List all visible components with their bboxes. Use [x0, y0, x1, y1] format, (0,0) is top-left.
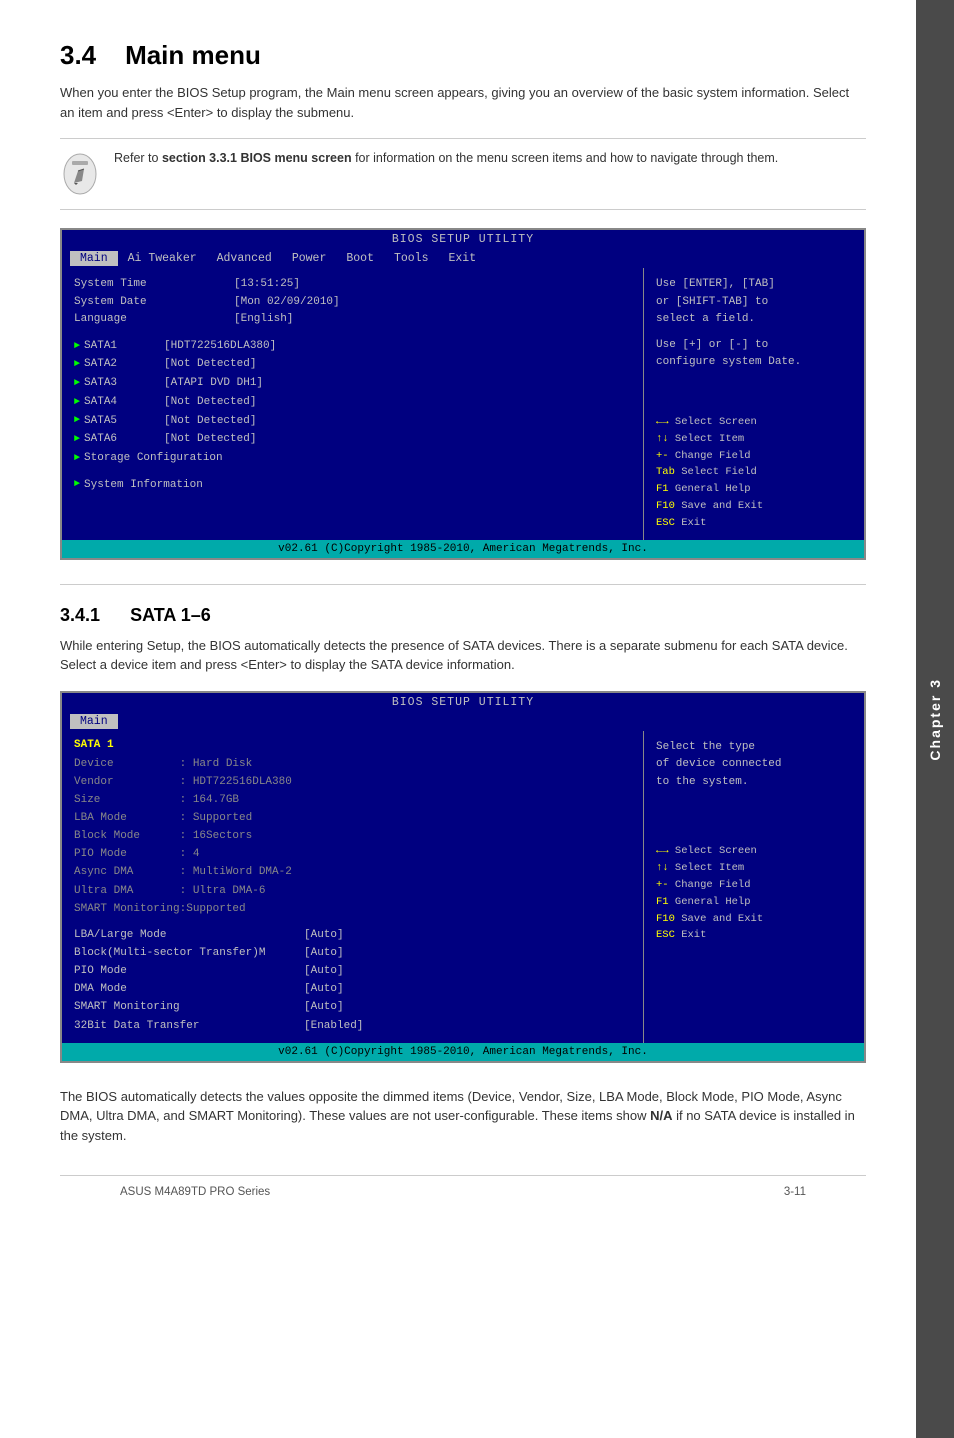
bios-sata-keys: ←→ Select Screen ↑↓ Select Item +- Chang… — [656, 843, 852, 944]
bios-help-4: Use [+] or [-] to — [656, 337, 852, 355]
bios-sata1-item[interactable]: ►SATA1[HDT722516DLA380] — [74, 337, 631, 356]
section-341-text: SATA 1–6 — [130, 605, 211, 625]
bios-sata2-item[interactable]: ►SATA2[Not Detected] — [74, 355, 631, 374]
bios-sata4-item[interactable]: ►SATA4[Not Detected] — [74, 393, 631, 412]
chapter-label: Chapter 3 — [927, 678, 943, 761]
bios-menu-tools[interactable]: Tools — [384, 251, 439, 266]
bios-sata6-item[interactable]: ►SATA6[Not Detected] — [74, 430, 631, 449]
bios-row-systemdate[interactable]: System Date [Mon 02/09/2010] — [74, 294, 631, 312]
bios-main-screen: BIOS SETUP UTILITY Main Ai Tweaker Advan… — [60, 228, 866, 560]
bios-config-smart[interactable]: SMART Monitoring[Auto] — [74, 998, 631, 1016]
section-341-body: While entering Setup, the BIOS automatic… — [60, 636, 866, 675]
bios-device-info: Device : Hard Disk Vendor : HDT722516DLA… — [74, 755, 631, 918]
bios-sata-footer: v02.61 (C)Copyright 1985-2010, American … — [62, 1043, 864, 1061]
bios-menu-exit[interactable]: Exit — [438, 251, 486, 266]
bios-sata-left: SATA 1 Device : Hard Disk Vendor : HDT72… — [62, 731, 644, 1043]
bios-row-language[interactable]: Language [English] — [74, 311, 631, 329]
bios-sata-help-1: Select the type — [656, 739, 852, 757]
bios-main-content: System Time [13:51:25] System Date [Mon … — [62, 268, 864, 540]
bios-storage-config-item[interactable]: ►Storage Configuration — [74, 449, 631, 468]
bios-menu-advanced[interactable]: Advanced — [207, 251, 282, 266]
chapter-sidebar: Chapter 3 — [916, 0, 954, 1438]
bios-help-1: Use [ENTER], [TAB] — [656, 276, 852, 294]
bios-config-lba[interactable]: LBA/Large Mode[Auto] — [74, 926, 631, 944]
bios-main-keys: ←→ Select Screen ↑↓ Select Item +- Chang… — [656, 414, 852, 532]
bios-menu-power[interactable]: Power — [282, 251, 337, 266]
bios-main-title: BIOS SETUP UTILITY — [62, 230, 864, 249]
bios-sata-title: BIOS SETUP UTILITY — [62, 693, 864, 712]
page-footer: ASUS M4A89TD PRO Series 3-11 — [60, 1175, 866, 1208]
bios-system-info-item[interactable]: ►System Information — [74, 476, 631, 495]
note-after: for information on the menu screen items… — [352, 151, 779, 165]
bios-sata5-item[interactable]: ►SATA5[Not Detected] — [74, 412, 631, 431]
bios-sata-header: SATA 1 — [74, 739, 631, 751]
bios-sata-menubar: Main — [62, 712, 864, 731]
bios-config-block[interactable]: Block(Multi-sector Transfer)M[Auto] — [74, 944, 631, 962]
bios-menu-aitweaker[interactable]: Ai Tweaker — [118, 251, 207, 266]
bios-row-systemtime[interactable]: System Time [13:51:25] — [74, 276, 631, 294]
footer-left: ASUS M4A89TD PRO Series — [120, 1186, 270, 1198]
bios-main-menubar: Main Ai Tweaker Advanced Power Boot Tool… — [62, 249, 864, 268]
bios-main-left: System Time [13:51:25] System Date [Mon … — [62, 268, 644, 540]
note-bold: section 3.3.1 BIOS menu screen — [162, 151, 352, 165]
bios-menu-main[interactable]: Main — [70, 251, 118, 266]
bios-help-2: or [SHIFT-TAB] to — [656, 294, 852, 312]
pencil-icon — [62, 151, 98, 197]
bottom-text: The BIOS automatically detects the value… — [60, 1087, 866, 1146]
footer-right: 3-11 — [784, 1186, 806, 1198]
section-34-num: 3.4 — [60, 40, 96, 70]
section-divider — [60, 584, 866, 585]
bios-sata-screen: BIOS SETUP UTILITY Main SATA 1 Device : … — [60, 691, 866, 1063]
bios-sata-help-2: of device connected — [656, 756, 852, 774]
bios-config-32bit[interactable]: 32Bit Data Transfer[Enabled] — [74, 1017, 631, 1035]
bios-config-pio[interactable]: PIO Mode[Auto] — [74, 962, 631, 980]
bios-config-dma[interactable]: DMA Mode[Auto] — [74, 980, 631, 998]
note-text: Refer to section 3.3.1 BIOS menu screen … — [114, 149, 778, 168]
section-34-body: When you enter the BIOS Setup program, t… — [60, 83, 866, 122]
bios-sata-help-3: to the system. — [656, 774, 852, 792]
bios-sata-content: SATA 1 Device : Hard Disk Vendor : HDT72… — [62, 731, 864, 1043]
section-341-num: 3.4.1 — [60, 605, 100, 625]
bios-sata3-item[interactable]: ►SATA3[ATAPI DVD DH1] — [74, 374, 631, 393]
section-341-heading: 3.4.1 SATA 1–6 — [60, 605, 866, 626]
section-34-text: Main menu — [125, 40, 261, 70]
bios-sata-menu-main[interactable]: Main — [70, 714, 118, 729]
note-box: Refer to section 3.3.1 BIOS menu screen … — [60, 138, 866, 210]
bios-main-footer: v02.61 (C)Copyright 1985-2010, American … — [62, 540, 864, 558]
bios-menu-boot[interactable]: Boot — [336, 251, 384, 266]
bios-main-right: Use [ENTER], [TAB] or [SHIFT-TAB] to sel… — [644, 268, 864, 540]
bios-sata-right: Select the type of device connected to t… — [644, 731, 864, 1043]
note-icon — [60, 149, 100, 199]
section-34-heading: 3.4 Main menu — [60, 40, 866, 71]
bios-help-5: configure system Date. — [656, 354, 852, 372]
bios-help-3: select a field. — [656, 311, 852, 329]
